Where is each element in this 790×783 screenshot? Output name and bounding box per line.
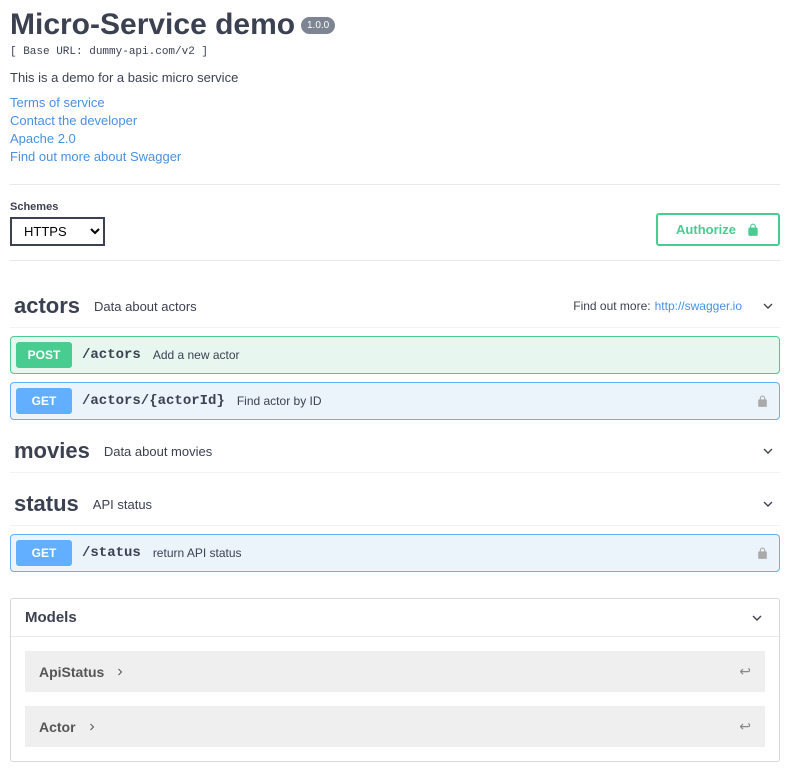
page-title: Micro-Service demo (10, 8, 295, 42)
op-path: /actors (82, 347, 141, 363)
license-link[interactable]: Apache 2.0 (10, 131, 780, 146)
authorize-label: Authorize (676, 222, 736, 237)
models-title: Models (25, 609, 749, 626)
chevron-right-icon (86, 721, 98, 733)
op-summary: Add a new actor (153, 348, 240, 362)
contact-link[interactable]: Contact the developer (10, 113, 780, 128)
chevron-down-icon (760, 496, 776, 512)
models-header[interactable]: Models (11, 599, 779, 637)
version-badge: 1.0.0 (301, 17, 335, 34)
op-summary: Find actor by ID (237, 394, 322, 408)
op-post-actors[interactable]: POST /actors Add a new actor (10, 336, 780, 374)
tag-status[interactable]: status API status (10, 483, 780, 526)
tag-description: Data about movies (104, 444, 212, 459)
tag-actors[interactable]: actors Data about actors Find out more: … (10, 285, 780, 328)
external-docs-link[interactable]: Find out more about Swagger (10, 149, 780, 164)
find-out-label: Find out more: (573, 299, 650, 313)
find-out-link[interactable]: http://swagger.io (655, 299, 742, 313)
tag-name: actors (14, 293, 80, 319)
method-badge: POST (16, 342, 72, 368)
model-actor[interactable]: Actor ↩ (25, 706, 765, 747)
terms-link[interactable]: Terms of service (10, 95, 780, 110)
divider (10, 184, 780, 185)
schemes-select[interactable]: HTTPS (10, 217, 105, 246)
chevron-down-icon (749, 610, 765, 626)
chevron-right-icon (114, 666, 126, 678)
op-get-status[interactable]: GET /status return API status (10, 534, 780, 572)
tag-description: API status (93, 497, 152, 512)
model-name: Actor (39, 719, 76, 735)
op-get-actor[interactable]: GET /actors/{actorId} Find actor by ID (10, 382, 780, 420)
model-apistatus[interactable]: ApiStatus ↩ (25, 651, 765, 692)
tag-name: status (14, 491, 79, 517)
lock-icon (746, 223, 760, 237)
tag-movies[interactable]: movies Data about movies (10, 430, 780, 473)
chevron-down-icon (760, 298, 776, 314)
model-name: ApiStatus (39, 664, 104, 680)
authorize-button[interactable]: Authorize (656, 213, 780, 246)
lock-icon (756, 395, 769, 408)
op-path: /actors/{actorId} (82, 393, 225, 409)
base-url: [ Base URL: dummy-api.com/v2 ] (10, 46, 780, 58)
tag-name: movies (14, 438, 90, 464)
method-badge: GET (16, 540, 72, 566)
return-icon: ↩ (739, 663, 751, 680)
op-summary: return API status (153, 546, 242, 560)
return-icon: ↩ (739, 718, 751, 735)
api-description: This is a demo for a basic micro service (10, 70, 780, 85)
lock-icon (756, 547, 769, 560)
method-badge: GET (16, 388, 72, 414)
op-path: /status (82, 545, 141, 561)
tag-description: Data about actors (94, 299, 197, 314)
schemes-label: Schemes (10, 201, 105, 213)
chevron-down-icon (760, 443, 776, 459)
